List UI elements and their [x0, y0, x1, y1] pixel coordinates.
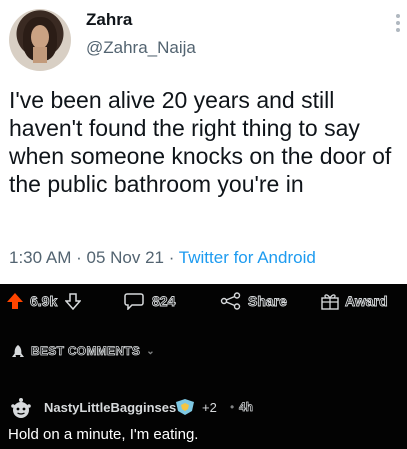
award-count: +2: [202, 400, 217, 415]
more-options-icon[interactable]: [395, 14, 401, 36]
tweet-card: Zahra @Zahra_Naija I've been alive 20 ye…: [0, 0, 407, 284]
comment-bubble-icon: [124, 293, 144, 310]
tweet-source[interactable]: Twitter for Android: [179, 248, 316, 267]
sort-label: BEST COMMENTS: [31, 344, 141, 359]
comment-body: Hold on a minute, I'm eating.: [8, 426, 199, 443]
comment-count: 824: [152, 293, 176, 310]
comment-username[interactable]: NastyLittleBagginses: [44, 400, 176, 415]
chevron-down-icon: ⌄: [146, 345, 155, 357]
comment-age: 4h: [239, 400, 254, 415]
avatar[interactable]: [9, 9, 71, 71]
award-label: Award: [345, 293, 388, 310]
tweet-text: I've been alive 20 years and still haven…: [9, 87, 392, 197]
tweet-time: 1:30 AM: [9, 248, 72, 267]
tweet-metadata: 1:30 AM · 05 Nov 21 · Twitter for Androi…: [9, 248, 316, 267]
gift-icon: [321, 294, 339, 310]
upvote-arrow-icon[interactable]: [6, 292, 24, 310]
display-name[interactable]: Zahra: [86, 10, 132, 30]
award-badge-icon[interactable]: [174, 398, 196, 416]
reddit-comments-section: 6.9k 824 Share Award BEST COMMENTS ⌄ Nas…: [0, 284, 407, 449]
sort-comments-dropdown[interactable]: BEST COMMENTS ⌄: [10, 344, 155, 358]
tweet-date: 05 Nov 21: [86, 248, 164, 267]
user-avatar-snoo-icon[interactable]: [7, 394, 35, 422]
comments-button[interactable]: 824: [124, 292, 176, 310]
post-action-bar: 6.9k 824 Share Award: [0, 284, 407, 318]
share-label: Share: [248, 293, 288, 310]
share-icon: [220, 292, 241, 310]
downvote-arrow-icon[interactable]: [65, 292, 82, 310]
vote-count: 6.9k: [30, 293, 58, 310]
award-button[interactable]: Award: [320, 292, 388, 310]
user-handle[interactable]: @Zahra_Naija: [86, 38, 196, 58]
share-button[interactable]: Share: [220, 292, 287, 310]
separator-dot: •: [230, 400, 235, 414]
rocket-icon: [12, 345, 24, 357]
vote-controls: 6.9k: [6, 292, 82, 310]
